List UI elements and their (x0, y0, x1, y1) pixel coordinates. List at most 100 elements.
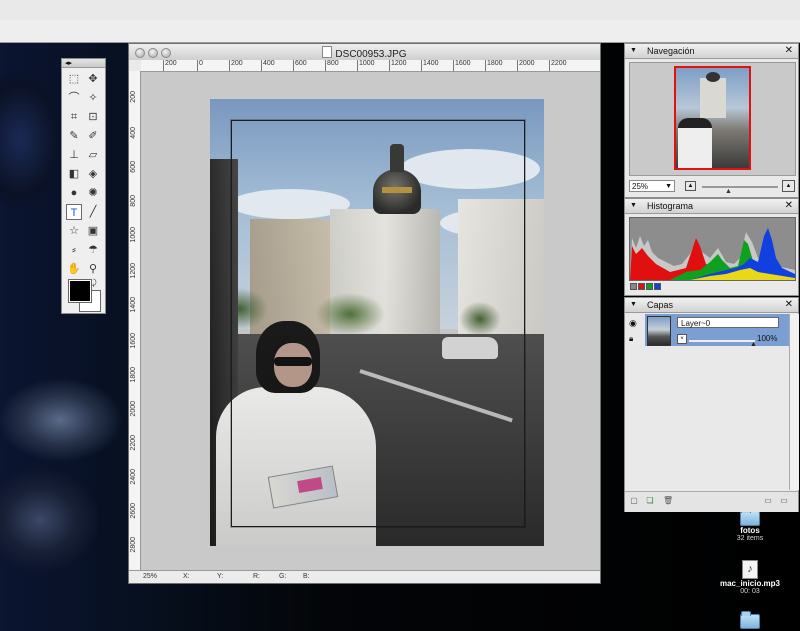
shape-icon[interactable]: ☆ (66, 223, 82, 239)
rect-shape-icon[interactable]: ▣ (85, 223, 101, 239)
zoom-slider[interactable] (702, 186, 778, 188)
channel-chip-gray[interactable] (630, 283, 637, 290)
histogram-graph (629, 217, 796, 281)
opacity-slider-thumb[interactable]: ▲ (750, 341, 757, 348)
ruler-tick: 1600 (453, 60, 471, 71)
ruler-tick: 2000 (130, 401, 137, 417)
desktop-icon-fotos[interactable]: fotos 32 items (710, 508, 790, 543)
sponge-icon[interactable]: ✺ (85, 185, 101, 201)
collapse-triangle-icon[interactable]: ▼ (630, 298, 637, 312)
status-r-label: R: (253, 573, 260, 580)
marquee-rect-icon[interactable]: ⬚ (66, 71, 82, 87)
zoom-select-value: 25% (632, 182, 649, 191)
eye-icon[interactable]: ◉ (629, 318, 637, 329)
navigator-thumb-dome (706, 72, 720, 82)
magic-wand-icon[interactable]: ✧ (85, 90, 101, 106)
text-icon[interactable]: T (66, 204, 82, 220)
ruler-tick: 2600 (130, 503, 137, 519)
histogram-panel: ▼ Histograma ✕ (624, 198, 799, 296)
ruler-tick: 1000 (130, 227, 137, 243)
window-titlebar[interactable]: DSC00953.JPG (129, 44, 600, 61)
status-zoom: 25% (143, 573, 158, 580)
channel-chip-blue[interactable] (654, 283, 661, 290)
zoom-select[interactable]: 25% ▼ (629, 180, 675, 192)
zoom-slider-thumb[interactable]: ▲ (725, 188, 732, 195)
ruler-tick: 1800 (130, 367, 137, 383)
channel-chip-green[interactable] (646, 283, 653, 290)
merge-down-icon[interactable]: ▭ (763, 496, 773, 506)
swap-colors-icon[interactable]: ⤸ (92, 278, 97, 288)
status-b-label: B: (303, 573, 310, 580)
ruler-tick: 1000 (357, 60, 375, 71)
line-icon[interactable]: ╱ (85, 204, 101, 220)
brush-icon[interactable]: ✐ (85, 128, 101, 144)
navigation-panel-title: Navegación (647, 46, 695, 56)
chevron-down-icon: ▼ (665, 183, 672, 190)
layer-thumbnail[interactable] (647, 316, 671, 346)
hand-icon[interactable]: ✋ (66, 261, 82, 277)
tools-panel-grip[interactable]: ◂▸ (62, 59, 105, 68)
ruler-tick: 0 (197, 60, 203, 71)
navigator-view-frame[interactable] (674, 66, 751, 170)
canvas-area[interactable] (141, 72, 600, 571)
desktop-icon-folder[interactable] (710, 611, 790, 629)
ruler-horizontal: 200 0 200 400 600 800 1000 1200 1400 160… (141, 60, 600, 72)
collapse-triangle-icon[interactable]: ▼ (630, 44, 637, 58)
layers-panel-title: Capas (647, 300, 674, 310)
lasso-icon[interactable]: ⌒ (66, 90, 82, 106)
opacity-slider[interactable] (689, 340, 755, 342)
desktop-icon-mp3[interactable]: ♪ mac_inicio.mp3 00: 03 (710, 560, 790, 596)
zoom-in-icon[interactable]: ▲ (782, 180, 795, 192)
layer-mode-icon[interactable]: × (677, 334, 687, 344)
pencil-icon[interactable]: ✎ (66, 128, 82, 144)
image-canvas[interactable] (210, 99, 544, 546)
document-file-icon (322, 46, 333, 58)
ruler-tick: 2200 (130, 435, 137, 451)
flatten-icon[interactable]: ▭ (779, 496, 789, 506)
close-icon[interactable]: ✕ (785, 298, 793, 312)
zoom-icon[interactable]: ⚲ (85, 261, 101, 277)
ruler-tick: 200 (163, 60, 177, 71)
document-window: DSC00953.JPG 200 0 200 400 600 800 1000 … (128, 43, 601, 584)
trash-icon[interactable]: 🗑︎ (663, 496, 673, 506)
move-icon[interactable]: ✥ (85, 71, 101, 87)
stamp-icon[interactable]: ⊥ (66, 147, 82, 163)
eraser-icon[interactable]: ▱ (85, 147, 101, 163)
layers-panel-header[interactable]: ▼ Capas ✕ (625, 298, 798, 313)
smudge-icon[interactable]: ☂ (85, 242, 101, 258)
gradient-icon[interactable]: ◧ (66, 166, 82, 182)
histogram-curves (630, 228, 795, 280)
duplicate-layer-icon[interactable]: ❏ (645, 496, 655, 506)
zoom-out-icon[interactable]: ▲ (685, 181, 696, 191)
ruler-tick: 200 (229, 60, 243, 71)
blur-icon[interactable]: ● (66, 185, 82, 201)
channel-chip-red[interactable] (638, 283, 645, 290)
ruler-tick: 1600 (130, 333, 137, 349)
ruler-tick: 1400 (130, 297, 137, 313)
navigation-panel-header[interactable]: ▼ Navegación ✕ (625, 44, 798, 59)
lock-icon[interactable]: 🔒︎ (629, 334, 633, 344)
crop-icon[interactable]: ⌗ (66, 109, 82, 125)
histogram-panel-title: Histograma (647, 201, 694, 211)
layers-panel: ▼ Capas ✕ ◉ 🔒︎ Layer~0 × ▲ 100% ▢ ❏ 🗑︎ ▭… (624, 297, 799, 512)
ruler-tick: 600 (130, 161, 137, 173)
close-icon[interactable]: ✕ (785, 199, 793, 213)
collapse-triangle-icon[interactable]: ▼ (630, 199, 637, 213)
foreground-color-swatch[interactable] (68, 279, 92, 303)
status-y-label: Y: (217, 573, 224, 580)
layers-scrollbar[interactable] (789, 314, 799, 490)
navigator-preview[interactable] (629, 62, 796, 176)
histogram-panel-header[interactable]: ▼ Histograma ✕ (625, 199, 798, 214)
options-bar (0, 20, 800, 43)
ruler-tick: 2400 (130, 469, 137, 485)
ruler-tick: 400 (130, 127, 137, 139)
transform-icon[interactable]: ⊡ (85, 109, 101, 125)
desktop-icon-sublabel: 00: 03 (740, 588, 760, 595)
layers-footer: ▢ ❏ 🗑︎ ▭ ▭ (625, 491, 798, 512)
close-icon[interactable]: ✕ (785, 44, 793, 58)
new-layer-icon[interactable]: ▢ (629, 496, 639, 506)
ruler-tick: 600 (293, 60, 307, 71)
eyedropper-icon[interactable]: ⸗ (66, 242, 82, 258)
layer-name-field[interactable]: Layer~0 (677, 317, 779, 328)
bucket-icon[interactable]: ◈ (85, 166, 101, 182)
